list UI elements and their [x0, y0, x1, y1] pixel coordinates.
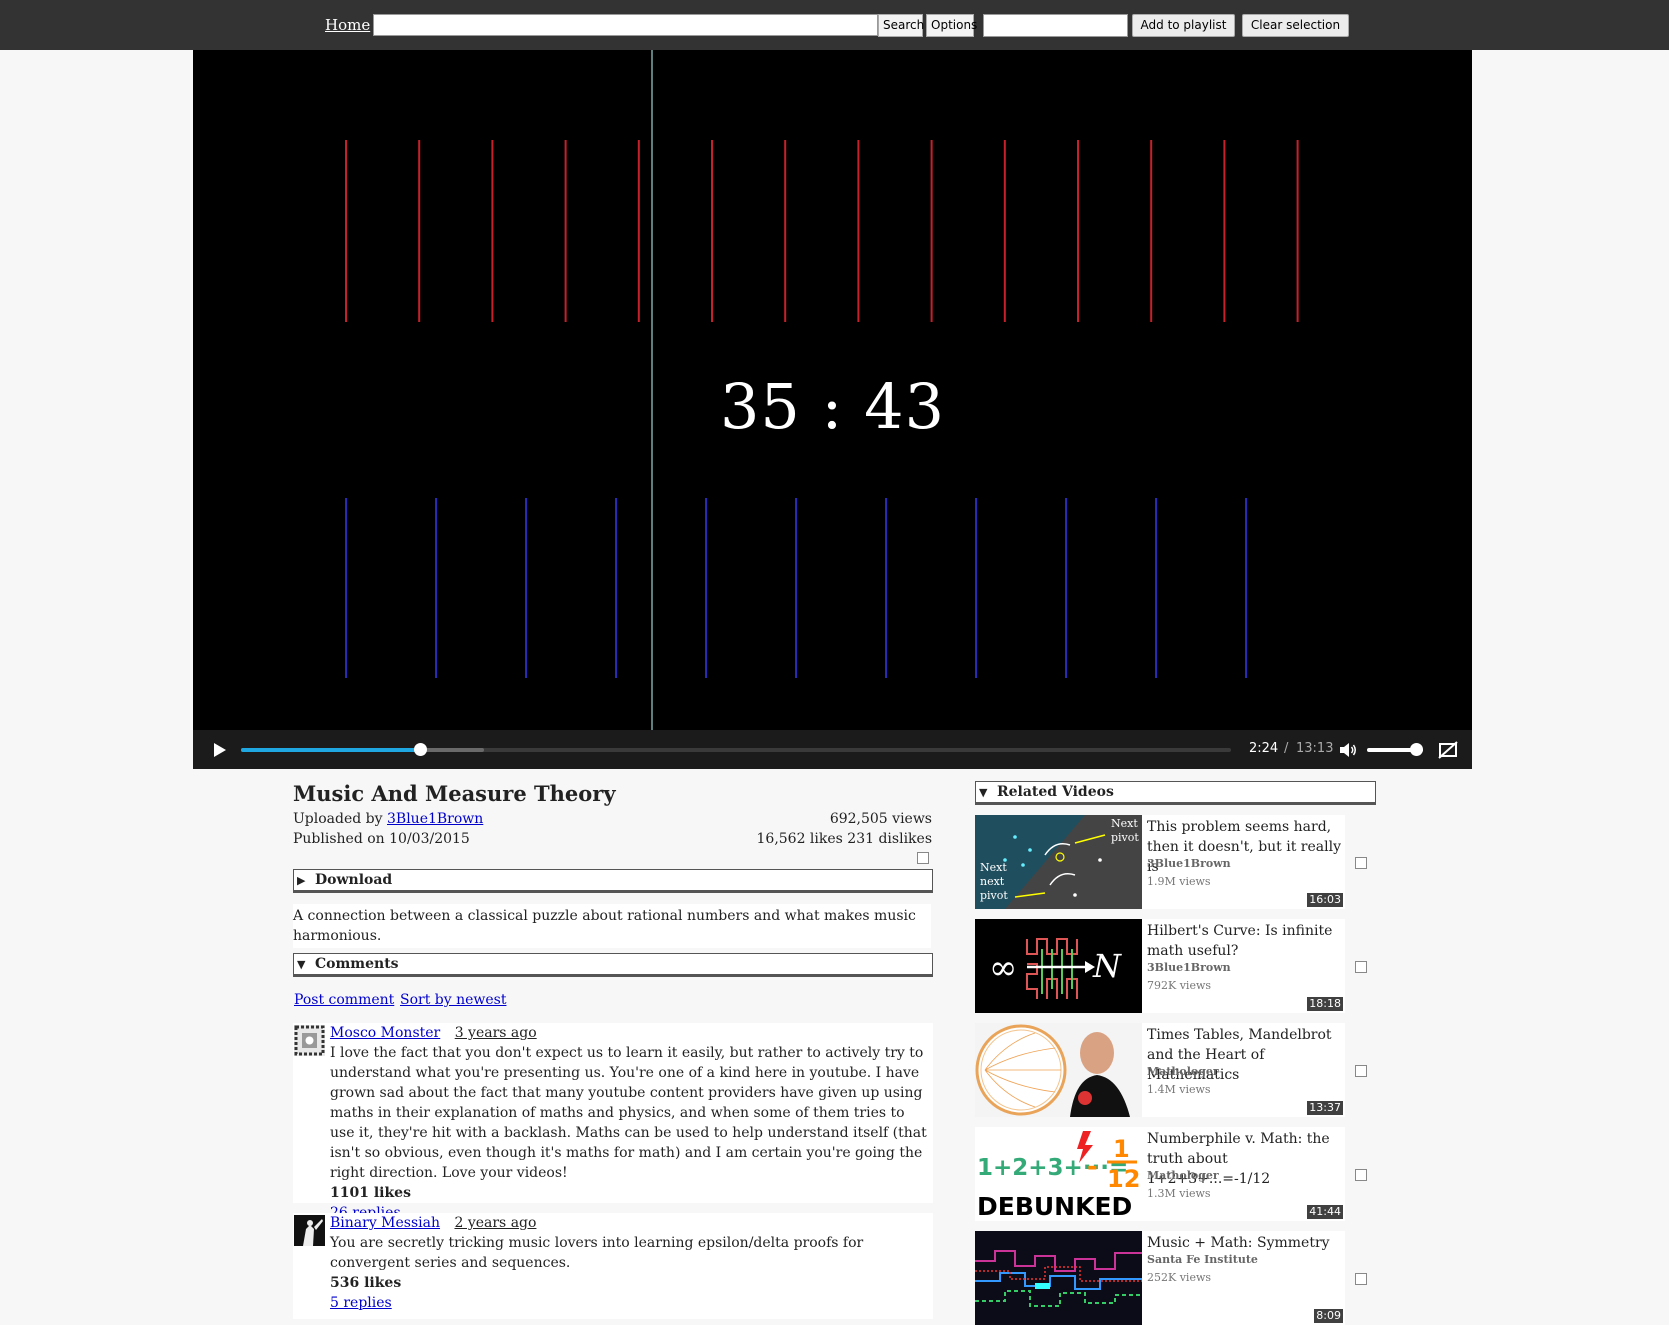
related-video-channel: Mathologer — [1147, 1169, 1219, 1182]
video-description: A connection between a classical puzzle … — [293, 904, 931, 948]
comment-text: I love the fact that you don't expect us… — [330, 1045, 927, 1181]
volume-icon[interactable] — [1338, 740, 1358, 760]
thumb-text: 1+2+3+···= — [977, 1155, 1128, 1181]
related-video-title[interactable]: Hilbert's Curve: Is infinite math useful… — [1147, 921, 1343, 961]
player-controls: 2:24 / 13:13 — [193, 730, 1472, 769]
expand-arrow-icon: ▶ — [297, 874, 306, 887]
search-input[interactable] — [373, 14, 878, 36]
related-video-channel: Santa Fe Institute — [1147, 1253, 1258, 1266]
thumb-text: next — [980, 875, 1005, 888]
thumb-text: N — [1092, 947, 1122, 985]
play-icon[interactable] — [209, 740, 229, 760]
seek-handle[interactable] — [414, 743, 428, 756]
video-player[interactable]: 35 : 43 2:24 / 13:13 — [193, 50, 1472, 769]
select-video-checkbox[interactable] — [917, 852, 929, 864]
duration-time: 13:13 — [1296, 741, 1334, 756]
thumb-text: - — [1087, 1152, 1098, 1182]
comment-replies-link[interactable]: 5 replies — [330, 1295, 392, 1311]
related-video-checkbox[interactable] — [1355, 1273, 1367, 1285]
view-count: 692,505 views — [829, 811, 932, 827]
video-duration: 41:44 — [1307, 1205, 1343, 1219]
related-video-title[interactable]: Music + Math: Symmetry — [1147, 1233, 1343, 1253]
video-ratio-text: 35 : 43 — [719, 370, 946, 443]
video-duration: 16:03 — [1307, 893, 1343, 907]
top-bar: Home Search Options Add to playlist Clea… — [0, 0, 1669, 50]
comment-text: You are secretly tricking music lovers i… — [330, 1235, 864, 1271]
likes-dislikes: 16,562 likes 231 dislikes — [756, 831, 933, 847]
video-duration: 8:09 — [1314, 1309, 1343, 1323]
thumb-text: pivot — [980, 889, 1008, 902]
related-videos-label: Related Videos — [997, 784, 1114, 800]
related-video-channel: Mathologer — [1147, 1065, 1219, 1078]
add-to-playlist-button[interactable]: Add to playlist — [1132, 14, 1235, 37]
related-video-item[interactable]: 1+2+3+···= - 1 12 DEBUNKED 41:44 Numberp… — [975, 1127, 1345, 1221]
avatar[interactable] — [294, 1215, 325, 1246]
comment-likes: 1101 likes — [330, 1185, 411, 1201]
video-thumbnail[interactable] — [975, 1023, 1142, 1117]
comment-age-link[interactable]: 3 years ago — [455, 1025, 537, 1041]
search-button[interactable]: Search — [878, 14, 924, 37]
thumb-text: ∞ — [989, 948, 1017, 988]
related-video-checkbox[interactable] — [1355, 1065, 1367, 1077]
seek-progress — [241, 748, 422, 752]
related-video-views: 792K views — [1147, 979, 1212, 992]
related-video-views: 1.4M views — [1147, 1083, 1211, 1096]
comments-section-toggle[interactable]: ▼ Comments — [293, 953, 933, 977]
playlist-name-input[interactable] — [983, 14, 1128, 37]
comment-age-link[interactable]: 2 years ago — [454, 1215, 536, 1231]
fullscreen-icon[interactable] — [1438, 740, 1458, 760]
thumb-text: 12 — [1107, 1165, 1140, 1193]
video-title: Music And Measure Theory — [293, 781, 616, 806]
related-video-channel: 3Blue1Brown — [1147, 857, 1231, 870]
post-comment-link[interactable]: Post comment — [294, 992, 394, 1008]
video-thumbnail[interactable]: ∞ N — [975, 919, 1142, 1013]
uploaded-prefix: Uploaded by — [293, 811, 383, 827]
thumb-text: Next — [980, 861, 1007, 874]
seek-bar[interactable] — [241, 743, 1231, 756]
volume-handle[interactable] — [1410, 743, 1424, 756]
thumb-text: pivot — [1111, 831, 1139, 844]
video-thumbnail[interactable]: Next pivot Next next pivot — [975, 815, 1142, 909]
comment-author-link[interactable]: Binary Messiah — [330, 1215, 440, 1231]
time-separator: / — [1284, 741, 1289, 756]
collapse-arrow-icon: ▼ — [297, 958, 306, 971]
clear-selection-button[interactable]: Clear selection — [1242, 14, 1349, 37]
related-video-checkbox[interactable] — [1355, 857, 1367, 869]
uploader-link[interactable]: 3Blue1Brown — [387, 811, 483, 827]
download-section-toggle[interactable]: ▶ Download — [293, 869, 933, 893]
uploaded-by: Uploaded by 3Blue1Brown — [293, 811, 483, 827]
collapse-arrow-icon: ▼ — [979, 786, 988, 799]
related-video-channel: 3Blue1Brown — [1147, 961, 1231, 974]
thumb-text: 1 — [1113, 1135, 1130, 1163]
comment-author-link[interactable]: Mosco Monster — [330, 1025, 440, 1041]
related-video-checkbox[interactable] — [1355, 961, 1367, 973]
related-videos-toggle[interactable]: ▼ Related Videos — [975, 781, 1376, 805]
video-thumbnail[interactable] — [975, 1231, 1142, 1325]
thumb-text: Next — [1111, 817, 1138, 830]
related-video-item[interactable]: 13:37 Times Tables, Mandelbrot and the H… — [975, 1023, 1345, 1117]
video-duration: 13:37 — [1307, 1101, 1343, 1115]
sort-by-newest-link[interactable]: Sort by newest — [400, 992, 507, 1008]
avatar[interactable] — [294, 1025, 325, 1056]
related-video-views: 252K views — [1147, 1271, 1212, 1284]
options-button[interactable]: Options — [926, 14, 977, 37]
comment: Binary Messiah 2 years ago You are secre… — [293, 1213, 933, 1319]
comment: Mosco Monster 3 years ago I love the fac… — [293, 1023, 933, 1221]
related-video-checkbox[interactable] — [1355, 1169, 1367, 1181]
related-video-views: 1.3M views — [1147, 1187, 1211, 1200]
video-thumbnail[interactable]: 1+2+3+···= - 1 12 DEBUNKED — [975, 1127, 1142, 1221]
related-video-item[interactable]: 8:09 Music + Math: Symmetry Santa Fe Ins… — [975, 1231, 1345, 1325]
video-duration: 18:18 — [1307, 997, 1343, 1011]
current-time: 2:24 — [1249, 741, 1279, 756]
comment-likes: 536 likes — [330, 1275, 402, 1291]
related-video-item[interactable]: Next pivot Next next pivot 16:03 This pr… — [975, 815, 1345, 909]
related-video-item[interactable]: ∞ N 18:18 Hilbert's Curve: Is infinite m… — [975, 919, 1345, 1013]
related-video-views: 1.9M views — [1147, 875, 1211, 888]
home-link[interactable]: Home — [325, 16, 370, 34]
published-date: Published on 10/03/2015 — [293, 831, 470, 847]
comments-label: Comments — [315, 956, 399, 972]
volume-slider[interactable] — [1367, 743, 1424, 756]
thumb-text: DEBUNKED — [977, 1192, 1132, 1221]
download-label: Download — [315, 872, 393, 888]
